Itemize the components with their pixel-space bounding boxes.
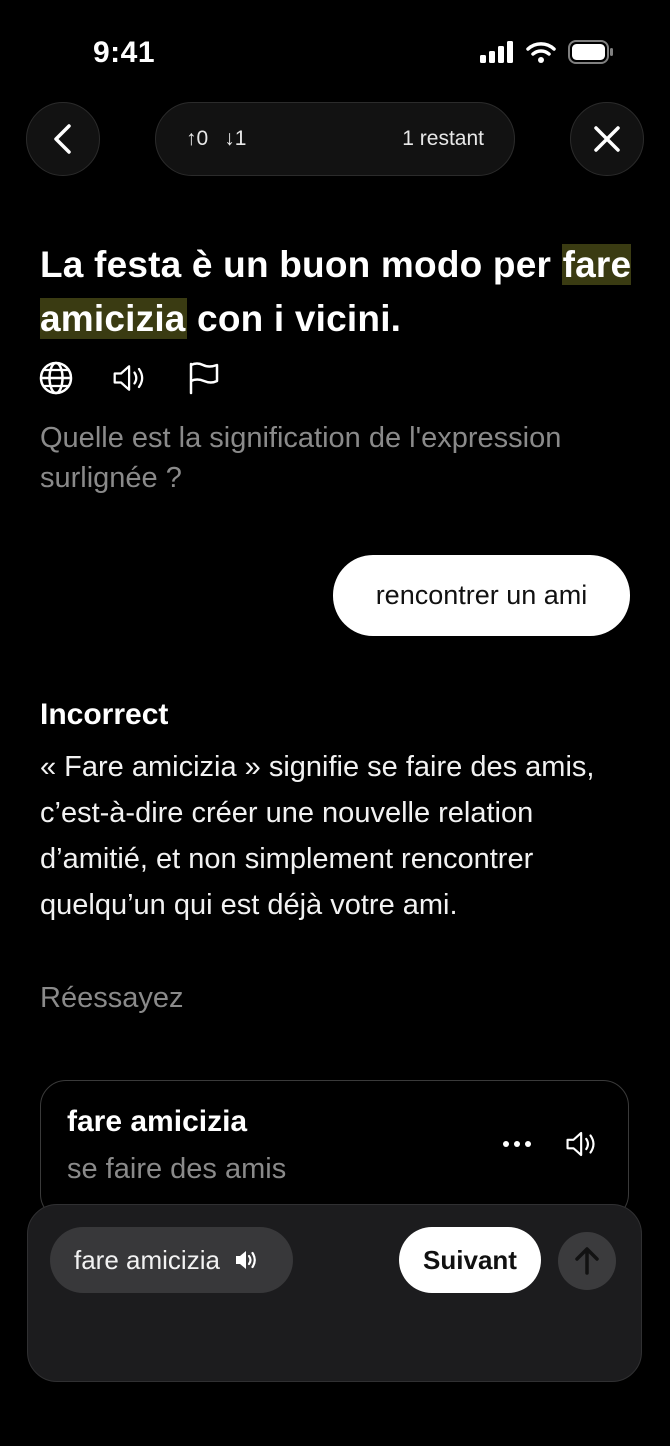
- cellular-signal-icon: [480, 41, 513, 63]
- progress-pill: ↑0 ↓1 1 restant: [155, 102, 515, 176]
- question-text: Quelle est la signification de l'express…: [40, 422, 562, 494]
- expression-chip-label: fare amicizia: [74, 1244, 220, 1275]
- wifi-icon: [526, 42, 556, 63]
- remaining-count: 1 restant: [402, 127, 484, 150]
- sentence-before: La festa è un buon modo per: [40, 244, 562, 285]
- sentence-tools: [38, 360, 222, 396]
- bottom-action-panel: fare amicizia Suivant: [27, 1204, 642, 1382]
- feedback-explanation: « Fare amicizia » signifie se faire des …: [40, 751, 595, 921]
- vocab-card[interactable]: fare amicizia se faire des amis: [40, 1080, 629, 1220]
- exercise-sentence: La festa è un buon modo per fare amicizi…: [40, 238, 640, 346]
- flag-icon: [189, 362, 219, 395]
- close-button[interactable]: [570, 102, 644, 176]
- correct-count: ↑0: [186, 127, 209, 150]
- sentence-after: con i vicini.: [186, 298, 402, 339]
- report-button[interactable]: [186, 360, 222, 396]
- audio-button[interactable]: [112, 360, 148, 396]
- status-bar: 9:41: [0, 0, 670, 100]
- battery-icon: [568, 40, 613, 64]
- status-icons: [480, 40, 614, 64]
- speaker-icon: [566, 1131, 595, 1157]
- speaker-filled-icon: [235, 1251, 256, 1269]
- translate-button[interactable]: [38, 360, 74, 396]
- retry-text: Réessayez: [40, 982, 184, 1014]
- expression-chip[interactable]: fare amicizia: [50, 1227, 293, 1293]
- speaker-icon: [113, 365, 144, 391]
- arrow-up-icon: [575, 1247, 599, 1275]
- more-options-button[interactable]: [499, 1129, 535, 1159]
- close-icon: [594, 126, 620, 152]
- vocab-term: fare amicizia: [67, 1105, 248, 1138]
- back-button[interactable]: [26, 102, 100, 176]
- vocab-definition: se faire des amis: [67, 1153, 287, 1185]
- incorrect-count: ↓1: [224, 127, 247, 150]
- status-time: 9:41: [93, 36, 156, 69]
- send-button[interactable]: [558, 1232, 616, 1290]
- feedback-title: Incorrect: [40, 698, 169, 731]
- user-answer-bubble: rencontrer un ami: [333, 555, 630, 636]
- globe-icon: [39, 361, 73, 395]
- score-counts: ↑0 ↓1: [186, 127, 246, 151]
- more-horizontal-icon: [503, 1141, 531, 1147]
- vocab-audio-button[interactable]: [565, 1129, 601, 1159]
- next-button[interactable]: Suivant: [399, 1227, 541, 1293]
- chevron-left-icon: [54, 124, 71, 154]
